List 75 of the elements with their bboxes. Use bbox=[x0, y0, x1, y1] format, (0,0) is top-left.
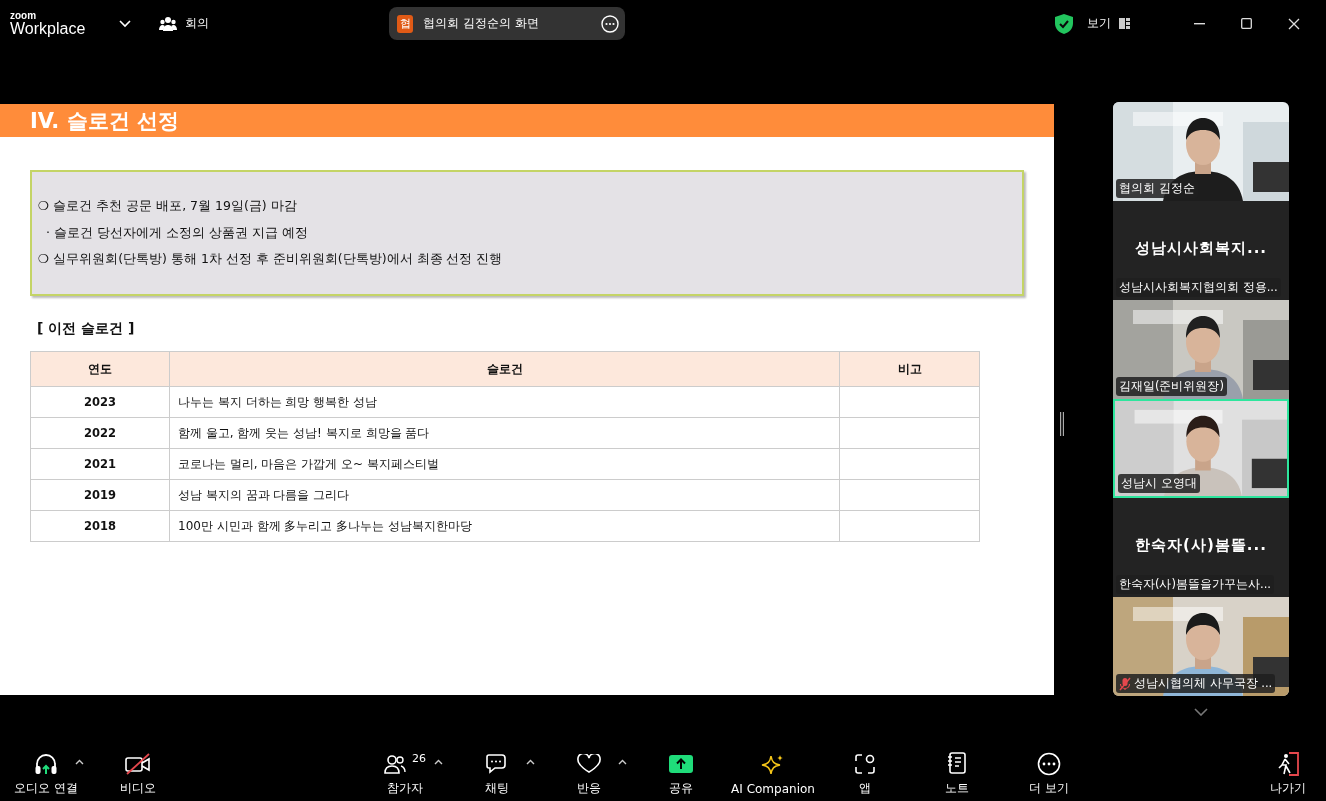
name-label-text: 성남시사회복지협의회 정용... bbox=[1119, 280, 1278, 295]
participant-tile[interactable]: 성남시사회복지... 성남시사회복지협의회 정용... bbox=[1113, 201, 1289, 300]
video-tile[interactable]: 협의회 김정순 bbox=[1113, 102, 1289, 201]
chat-button[interactable]: 채팅 bbox=[485, 751, 509, 797]
notebook-icon bbox=[947, 752, 967, 776]
notes-button[interactable]: 노트 bbox=[945, 751, 969, 797]
table-cell: 함께 울고, 함께 웃는 성남! 복지로 희망을 품다 bbox=[169, 417, 840, 449]
caret-up-icon[interactable] bbox=[618, 759, 627, 765]
table-cell: 100만 시민과 함께 多누리고 多나누는 성남복지한마당 bbox=[169, 510, 840, 542]
people-icon bbox=[159, 15, 178, 32]
name-label-text: 한숙자(사)봄뜰을가꾸는사... bbox=[1119, 577, 1271, 592]
leave-button[interactable]: 나가기 bbox=[1270, 751, 1306, 797]
apps-button[interactable]: 앱 bbox=[854, 751, 876, 797]
table-cell: 2018 bbox=[30, 510, 170, 542]
column-header: 슬로건 bbox=[169, 351, 840, 387]
people-icon bbox=[384, 754, 406, 774]
avatar-badge: 협 bbox=[397, 14, 414, 33]
participant-name: 한숙자(사)봄뜰... bbox=[1134, 535, 1268, 555]
notice-text: 슬로건 당선자에게 소정의 상품권 지급 예정 bbox=[54, 224, 308, 242]
name-label-text: 성남시 오영대 bbox=[1121, 476, 1197, 491]
maximize-icon[interactable] bbox=[1241, 18, 1252, 29]
video-tile[interactable]: 성남시 오영대 bbox=[1113, 399, 1289, 498]
more-button[interactable]: 더 보기 bbox=[1029, 751, 1069, 797]
participant-count: 26 bbox=[412, 752, 426, 765]
slide-title: IV. 슬로건 선정 bbox=[30, 107, 179, 135]
notice-text: 슬로건 추천 공문 배포, 7월 19일(금) 마감 bbox=[53, 198, 297, 215]
table-cell: 나누는 복지 더하는 희망 행복한 성남 bbox=[169, 386, 840, 418]
zoom-logo: zoom Workplace bbox=[10, 10, 86, 37]
name-label-text: 김재일(준비위원장) bbox=[1119, 379, 1224, 394]
name-label-text: 협의회 김정순 bbox=[1119, 181, 1195, 196]
participant-name: 성남시사회복지... bbox=[1133, 238, 1269, 258]
shield-check-icon[interactable] bbox=[1055, 13, 1073, 34]
table-cell: 성남 복지의 꿈과 다름을 그리다 bbox=[169, 479, 840, 511]
caret-up-icon[interactable] bbox=[75, 759, 84, 765]
close-icon[interactable] bbox=[1288, 17, 1300, 30]
ai-button[interactable]: AI Companion bbox=[731, 752, 815, 796]
share-button[interactable]: 공유 bbox=[669, 751, 693, 797]
apps-icon bbox=[854, 753, 876, 775]
chat-icon bbox=[486, 753, 508, 775]
more-icon bbox=[1037, 752, 1061, 776]
table-cell: 2019 bbox=[30, 479, 170, 511]
name-label-text: 성남시협의체 사무국장 ... bbox=[1134, 676, 1273, 691]
column-header: 연도 bbox=[30, 351, 170, 387]
layout-icon[interactable] bbox=[1119, 18, 1130, 29]
screen-share-title-bar[interactable]: 협 협의회 김정순의 화면 bbox=[389, 7, 626, 40]
column-header: 비고 bbox=[839, 351, 980, 387]
video-button[interactable]: 비디오 bbox=[120, 751, 156, 797]
caret-up-icon[interactable] bbox=[434, 759, 443, 765]
more-icon[interactable] bbox=[601, 14, 620, 33]
minimize-icon[interactable] bbox=[1194, 22, 1205, 25]
bullet-mark: · bbox=[46, 224, 50, 242]
caret-up-icon[interactable] bbox=[526, 759, 535, 765]
headphones-icon bbox=[34, 753, 58, 775]
video-tile[interactable]: 김재일(준비위원장) bbox=[1113, 300, 1289, 399]
video-tile[interactable]: 성남시협의체 사무국장 ... bbox=[1113, 597, 1289, 696]
audio-button[interactable]: 오디오 연결 bbox=[14, 751, 78, 797]
meeting-button[interactable]: 회의 bbox=[159, 15, 210, 32]
table-cell: 2022 bbox=[30, 417, 170, 449]
bullet-mark: ❍ bbox=[38, 198, 50, 215]
reactions-button[interactable]: 반응 bbox=[577, 751, 601, 797]
screen-share-title: 협의회 김정순의 화면 bbox=[423, 15, 539, 32]
leave-icon bbox=[1276, 752, 1300, 776]
heart-icon bbox=[577, 754, 601, 774]
view-button[interactable]: 보기 bbox=[1087, 15, 1111, 32]
table-cell: 2021 bbox=[30, 448, 170, 480]
notice-text: 실무위원회(단톡방) 통해 1차 선정 후 준비위원회(단톡방)에서 최종 선정 진행 bbox=[53, 251, 503, 268]
table-cell: 2023 bbox=[30, 386, 170, 418]
bullet-mark: ❍ bbox=[38, 251, 50, 268]
video-off-icon bbox=[125, 753, 151, 775]
participant-tile[interactable]: 한숙자(사)봄뜰... 한숙자(사)봄뜰을가꾸는사... bbox=[1113, 498, 1289, 597]
participants-button[interactable]: 26 참가자 bbox=[384, 751, 426, 797]
table-cell: 코로나는 멀리, 마음은 가깝게 오~ 복지페스티벌 bbox=[169, 448, 840, 480]
share-screen-icon bbox=[669, 755, 693, 773]
section-title: [ 이전 슬로건 ] bbox=[37, 320, 136, 338]
resize-handle[interactable] bbox=[1060, 412, 1064, 436]
